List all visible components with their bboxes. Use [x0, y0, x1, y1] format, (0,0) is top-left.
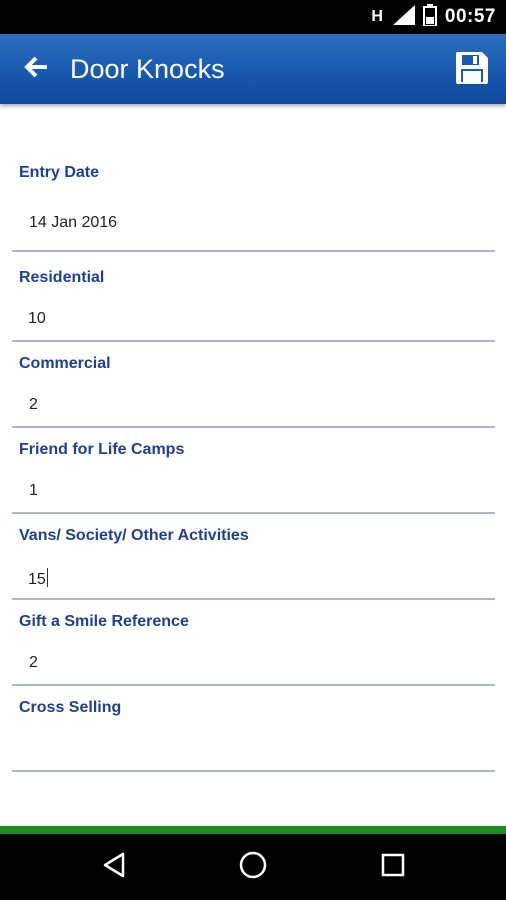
text-cursor: [46, 568, 48, 587]
friend-for-life-camps-label: Friend for Life Camps: [19, 441, 185, 458]
gift-a-smile-reference-input[interactable]: 2: [29, 654, 38, 672]
cross-selling-field[interactable]: Cross Selling: [12, 686, 495, 772]
bottom-accent-bar: [0, 826, 506, 834]
recents-square-icon: [380, 852, 406, 883]
residential-input[interactable]: 10: [28, 310, 46, 328]
app-bar: Door Knocks: [0, 34, 506, 104]
vans-society-other-activities-label: Vans/ Society/ Other Activities: [19, 527, 249, 544]
commercial-field[interactable]: Commercial 2: [12, 342, 495, 428]
entry-date-field[interactable]: Entry Date 14 Jan 2016: [12, 158, 495, 252]
page-title: Door Knocks: [70, 54, 225, 84]
commercial-input[interactable]: 2: [29, 396, 38, 414]
nav-back-button[interactable]: [94, 847, 134, 887]
back-button[interactable]: [18, 51, 54, 87]
vans-society-other-activities-field[interactable]: Vans/ Society/ Other Activities 15: [12, 514, 495, 600]
vans-society-other-activities-value: 15: [28, 571, 46, 588]
status-bar: H 00:57: [0, 0, 506, 34]
residential-label: Residential: [19, 269, 105, 286]
entry-date-label: Entry Date: [19, 164, 100, 181]
friend-for-life-camps-input[interactable]: 1: [29, 482, 38, 500]
navigation-bar: [0, 834, 506, 900]
arrow-left-icon: [23, 56, 49, 83]
commercial-label: Commercial: [19, 355, 111, 372]
floppy-disk-icon: [454, 50, 490, 91]
gift-a-smile-reference-field[interactable]: Gift a Smile Reference 2: [12, 600, 495, 686]
save-button[interactable]: [452, 50, 492, 90]
gift-a-smile-reference-label: Gift a Smile Reference: [19, 613, 189, 630]
cross-selling-label: Cross Selling: [19, 699, 122, 716]
nav-recents-button[interactable]: [373, 847, 413, 887]
battery-icon: [422, 3, 437, 31]
home-circle-icon: [238, 850, 268, 885]
friend-for-life-camps-field[interactable]: Friend for Life Camps 1: [12, 428, 495, 514]
signal-icon: [392, 4, 415, 30]
network-type-label: H: [371, 8, 383, 25]
status-icons: H 00:57: [371, 0, 496, 34]
residential-field[interactable]: Residential 10: [12, 252, 495, 342]
status-time: 00:57: [444, 6, 496, 27]
nav-home-button[interactable]: [233, 847, 273, 887]
vans-society-other-activities-input[interactable]: 15: [28, 568, 48, 589]
entry-date-value[interactable]: 14 Jan 2016: [29, 214, 117, 232]
back-triangle-icon: [101, 851, 127, 884]
